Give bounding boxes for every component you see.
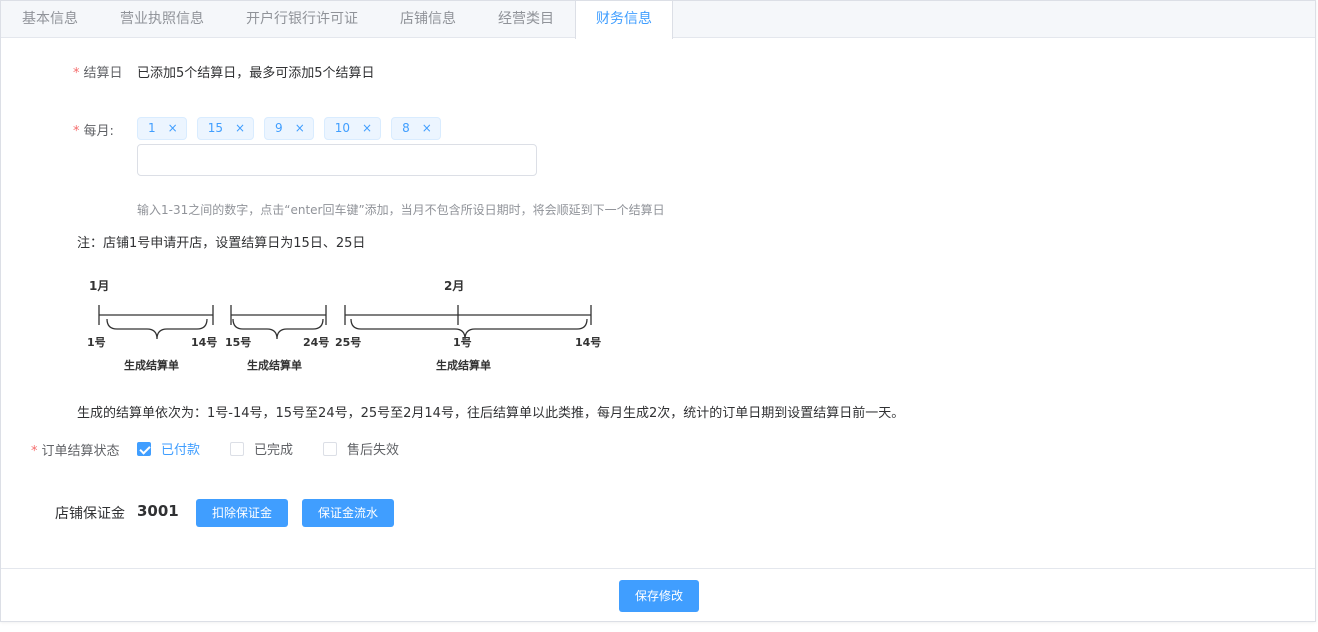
tab-business-license[interactable]: 营业执照信息 <box>99 1 225 38</box>
tick-label: 14号 <box>191 336 217 349</box>
tick-label: 25号 <box>335 336 361 349</box>
settlement-day-label: * 结算日 <box>73 62 123 81</box>
close-icon[interactable]: × <box>295 118 305 139</box>
required-mark: * <box>31 444 38 459</box>
day-tag-value: 10 <box>334 121 351 135</box>
tick-label: 24号 <box>303 336 329 349</box>
brace-label: 生成结算单 <box>247 358 302 372</box>
settlement-day-tags: 1 × 15 × 9 × 10 × 8 × <box>137 117 441 140</box>
checkbox-label: 已付款 <box>161 443 201 458</box>
settlement-day-input[interactable] <box>137 144 537 176</box>
settlement-summary: 已添加5个结算日，最多可添加5个结算日 <box>137 66 375 81</box>
tick-label: 15号 <box>225 336 251 349</box>
checkbox-label: 售后失效 <box>347 443 400 458</box>
deduct-deposit-button[interactable]: 扣除保证金 <box>196 499 289 527</box>
day-tag-value: 15 <box>207 121 223 135</box>
settlement-sequence-text: 生成的结算单依次为：1号-14号，15号至24号，25号至2月14号，往后结算单… <box>77 406 905 421</box>
close-icon[interactable]: × <box>168 118 178 139</box>
finance-panel: 基本信息 营业执照信息 开户行银行许可证 店铺信息 经营类目 财务信息 * 结算日… <box>0 0 1316 622</box>
required-mark: * <box>73 66 80 81</box>
settlement-timeline-diagram: 1月 2月 1号 14号 15号 24号 25号 1号 14号 生成结算单 生成… <box>87 279 601 372</box>
example-note: 注：店铺1号申请开店，设置结算日为15日、25日 <box>77 236 366 251</box>
tab-basic-info[interactable]: 基本信息 <box>1 1 99 38</box>
deposit-label: 店铺保证金 <box>55 506 125 522</box>
monthly-label-text: 每月: <box>83 124 114 139</box>
tick-label: 1号 <box>87 336 106 349</box>
month-1-label: 1月 <box>89 279 109 293</box>
required-mark: * <box>73 124 80 139</box>
day-tag: 9 × <box>264 117 314 140</box>
month-2-label: 2月 <box>444 279 464 293</box>
day-tag: 15 × <box>196 117 255 140</box>
checkbox-icon[interactable] <box>323 441 338 456</box>
checkbox-after-sale-invalid[interactable]: 售后失效 <box>323 439 399 458</box>
monthly-label: * 每月: <box>73 120 114 139</box>
brace-label: 生成结算单 <box>436 358 491 372</box>
tab-bar: 基本信息 营业执照信息 开户行银行许可证 店铺信息 经营类目 财务信息 <box>1 1 1315 39</box>
day-tag: 8 × <box>391 117 441 140</box>
day-tag-value: 1 <box>148 121 156 135</box>
brace-label: 生成结算单 <box>124 358 179 372</box>
checkbox-completed[interactable]: 已完成 <box>230 439 293 458</box>
save-changes-button[interactable]: 保存修改 <box>619 580 700 612</box>
tick-label: 14号 <box>575 336 601 349</box>
checkbox-icon[interactable] <box>230 441 245 456</box>
tab-store-info[interactable]: 店铺信息 <box>379 1 477 38</box>
tab-finance-info[interactable]: 财务信息 <box>575 1 673 39</box>
close-icon[interactable]: × <box>235 118 245 139</box>
checkbox-icon[interactable] <box>137 441 151 456</box>
day-tag: 10 × <box>323 117 382 140</box>
order-status-checkboxes: 已付款 已完成 售后失效 <box>137 439 429 458</box>
checkbox-label: 已完成 <box>254 443 294 458</box>
day-tag-value: 8 <box>402 121 410 135</box>
tab-bank-permit[interactable]: 开户行银行许可证 <box>225 1 379 38</box>
day-tag: 1 × <box>137 117 187 140</box>
tab-business-category[interactable]: 经营类目 <box>477 1 575 38</box>
close-icon[interactable]: × <box>362 118 372 139</box>
order-status-label: * 订单结算状态 <box>31 440 120 459</box>
checkbox-paid[interactable]: 已付款 <box>137 439 200 458</box>
close-icon[interactable]: × <box>422 118 432 139</box>
day-tag-value: 9 <box>275 121 283 135</box>
deposit-value: 3001 <box>137 502 179 520</box>
deposit-flow-button[interactable]: 保证金流水 <box>302 499 395 527</box>
settlement-day-hint: 输入1-31之间的数字，点击“enter回车键”添加，当月不包含所设日期时，将会… <box>137 203 665 217</box>
order-status-label-text: 订单结算状态 <box>41 444 120 459</box>
settlement-day-label-text: 结算日 <box>83 66 123 81</box>
tick-label: 1号 <box>453 336 472 349</box>
